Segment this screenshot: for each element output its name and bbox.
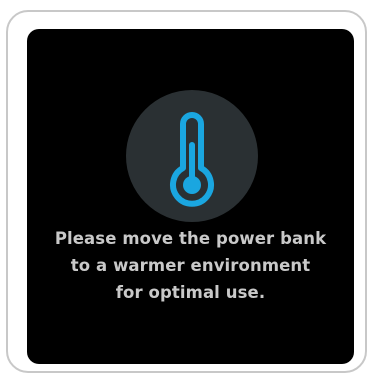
message-line-2: to a warmer environment bbox=[70, 256, 311, 275]
icon-badge bbox=[126, 90, 258, 222]
message-line-1: Please move the power bank bbox=[54, 229, 327, 248]
warning-message: Please move the power bank to a warmer e… bbox=[27, 225, 354, 306]
warning-screen: Please move the power bank to a warmer e… bbox=[27, 29, 354, 364]
thermometer-icon bbox=[170, 112, 214, 207]
message-line-3: for optimal use. bbox=[115, 283, 266, 302]
